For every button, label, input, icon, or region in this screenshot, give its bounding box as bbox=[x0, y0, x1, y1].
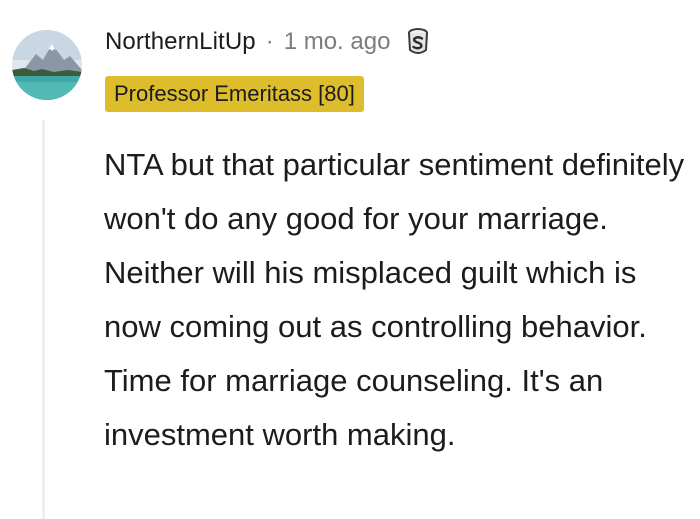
username[interactable]: NorthernLitUp bbox=[105, 28, 256, 56]
timestamp[interactable]: 1 mo. ago bbox=[284, 28, 391, 56]
comment-header: NorthernLitUp · 1 mo. ago bbox=[105, 24, 434, 60]
comment-body: NTA but that particular sentiment defini… bbox=[104, 147, 685, 452]
comment: NorthernLitUp · 1 mo. ago Professor Emer… bbox=[0, 0, 700, 519]
avatar[interactable] bbox=[12, 30, 82, 100]
thread-line[interactable] bbox=[42, 120, 45, 519]
separator-dot: · bbox=[265, 28, 274, 55]
silver-award-icon[interactable] bbox=[402, 26, 434, 58]
user-flair: Professor Emeritass [80] bbox=[105, 76, 364, 112]
